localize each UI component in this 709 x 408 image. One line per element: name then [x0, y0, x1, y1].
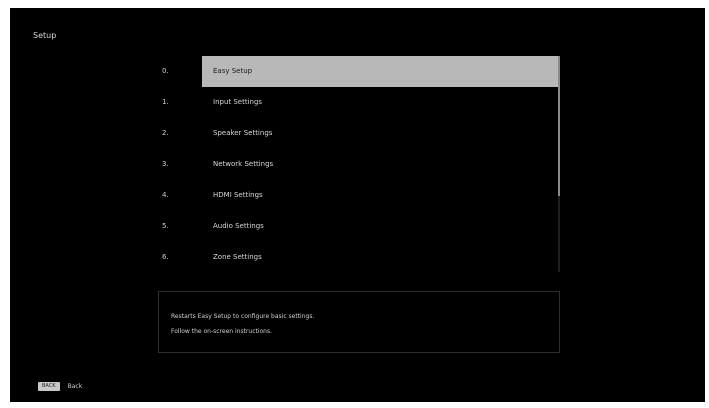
- menu-item-row[interactable]: Input Settings: [202, 87, 559, 118]
- menu-item-label: Speaker Settings: [213, 129, 273, 137]
- menu-item-row[interactable]: Network Settings: [202, 149, 559, 180]
- menu-item-label: Input Settings: [213, 98, 263, 106]
- setup-screen: Setup 0. Easy Setup 1. Input Settings 2.…: [10, 8, 705, 402]
- menu-item-number: 4.: [162, 191, 169, 199]
- back-label: Back: [67, 383, 83, 390]
- menu-item-audio-settings[interactable]: 5. Audio Settings: [156, 211, 566, 242]
- menu-item-hdmi-settings[interactable]: 4. HDMI Settings: [156, 180, 566, 211]
- menu-item-label: Zone Settings: [213, 253, 262, 261]
- description-box: Restarts Easy Setup to configure basic s…: [158, 291, 560, 353]
- menu-item-number: 1.: [162, 98, 169, 106]
- menu-item-row[interactable]: Speaker Settings: [202, 118, 559, 149]
- menu-item-number: 3.: [162, 160, 169, 168]
- menu-item-number: 5.: [162, 222, 169, 230]
- footer-hint: BACK Back: [38, 376, 82, 391]
- description-line-2: Follow the on-screen instructions.: [171, 328, 273, 335]
- menu-item-number: 6.: [162, 253, 169, 261]
- menu-item-zone-settings[interactable]: 6. Zone Settings: [156, 242, 566, 273]
- menu-item-row[interactable]: Zone Settings: [202, 242, 559, 273]
- menu-item-input-settings[interactable]: 1. Input Settings: [156, 87, 566, 118]
- menu-item-speaker-settings[interactable]: 2. Speaker Settings: [156, 118, 566, 149]
- menu-item-label: HDMI Settings: [213, 191, 263, 199]
- page-title: Setup: [33, 31, 57, 40]
- menu-item-easy-setup[interactable]: 0. Easy Setup: [156, 56, 566, 87]
- setup-menu: 0. Easy Setup 1. Input Settings 2. Speak…: [156, 56, 566, 273]
- menu-item-network-settings[interactable]: 3. Network Settings: [156, 149, 566, 180]
- menu-item-label: Audio Settings: [213, 222, 264, 230]
- menu-item-row[interactable]: Audio Settings: [202, 211, 559, 242]
- menu-scrollbar[interactable]: [558, 56, 560, 272]
- menu-item-number: 0.: [162, 67, 169, 75]
- menu-item-number: 2.: [162, 129, 169, 137]
- description-line-1: Restarts Easy Setup to configure basic s…: [171, 313, 315, 320]
- scrollbar-thumb[interactable]: [558, 56, 560, 196]
- back-key-badge[interactable]: BACK: [38, 382, 60, 391]
- menu-item-highlight[interactable]: Easy Setup: [202, 56, 559, 87]
- menu-item-row[interactable]: HDMI Settings: [202, 180, 559, 211]
- menu-item-label: Network Settings: [213, 160, 274, 168]
- menu-item-label: Easy Setup: [213, 67, 253, 75]
